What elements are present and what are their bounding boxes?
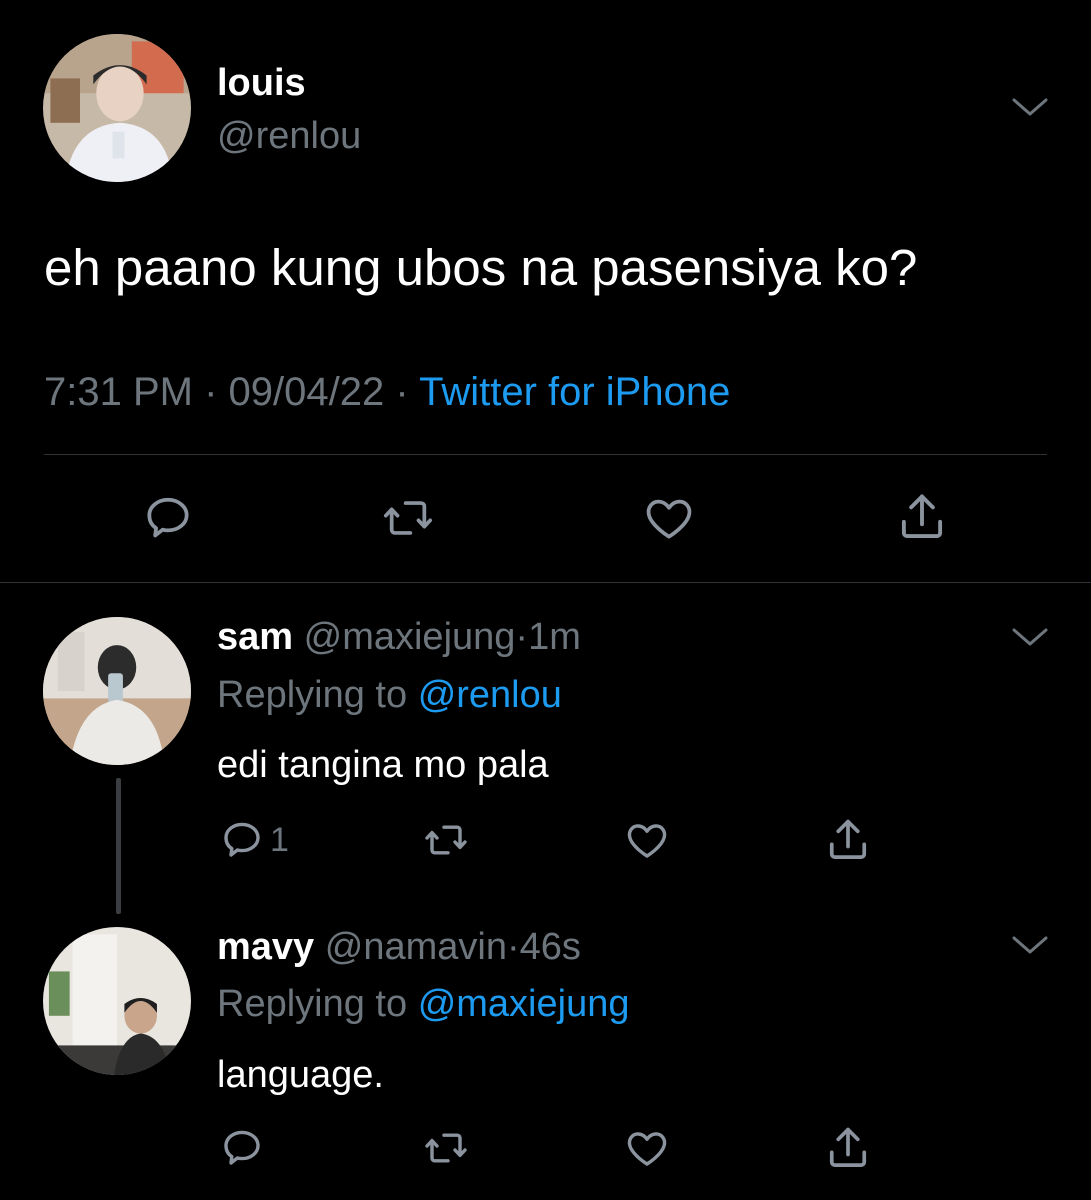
- reply-button[interactable]: 1: [218, 816, 289, 864]
- heart-icon: [627, 824, 667, 858]
- thread-connector: [116, 778, 121, 914]
- reply-menu-button[interactable]: [1010, 624, 1050, 652]
- reply-button[interactable]: [140, 490, 196, 546]
- tweet-source-link[interactable]: Twitter for iPhone: [419, 370, 730, 414]
- like-button[interactable]: [622, 1124, 672, 1172]
- reply-menu-button[interactable]: [1010, 932, 1050, 960]
- avatar-photo: [43, 34, 191, 182]
- reply-header: sam @maxiejung·1m: [217, 616, 581, 659]
- reply-count: 1: [270, 820, 289, 859]
- share-icon: [829, 1127, 867, 1167]
- tweet-menu-button[interactable]: [1010, 94, 1050, 122]
- like-button[interactable]: [640, 490, 698, 546]
- reply-separator: ·: [506, 926, 520, 968]
- avatar-louis[interactable]: [43, 34, 191, 182]
- reply-text: edi tangina mo pala: [217, 744, 549, 786]
- avatar-sam[interactable]: [43, 617, 191, 765]
- share-icon: [901, 494, 943, 539]
- replying-to: Replying to @maxiejung: [217, 983, 629, 1026]
- mention-link[interactable]: @renlou: [418, 674, 562, 716]
- share-button[interactable]: [893, 488, 951, 546]
- retweet-icon: [425, 825, 467, 855]
- reply-handle[interactable]: @namavin: [325, 926, 507, 968]
- avatar-photo: [43, 617, 191, 765]
- chevron-down-icon: [1012, 628, 1048, 646]
- reply-text: language.: [217, 1054, 384, 1096]
- retweet-icon: [425, 1133, 467, 1163]
- reply-button[interactable]: [218, 1124, 270, 1172]
- tweet-time: 7:31 PM: [44, 370, 193, 414]
- avatar-photo: [43, 927, 191, 1075]
- tweet-date: 09/04/22: [228, 370, 385, 414]
- replying-prefix: Replying to: [217, 674, 408, 716]
- share-button[interactable]: [822, 1122, 874, 1174]
- speech-bubble-icon: [224, 1130, 260, 1165]
- meta-separator: ·: [395, 370, 409, 414]
- retweet-icon: [383, 501, 433, 535]
- tweet-meta: 7:31 PM · 09/04/22 · Twitter for iPhone: [44, 370, 730, 415]
- meta-separator: ·: [204, 370, 218, 414]
- like-button[interactable]: [622, 816, 672, 864]
- heart-icon: [646, 499, 692, 539]
- reply-separator: ·: [515, 616, 529, 658]
- share-icon: [829, 819, 867, 859]
- author-display-name[interactable]: louis: [217, 62, 306, 105]
- tweet-text: eh paano kung ubos na pasensiya ko?: [44, 239, 918, 296]
- replying-to: Replying to @renlou: [217, 674, 562, 717]
- chevron-down-icon: [1012, 936, 1048, 954]
- retweet-button[interactable]: [380, 490, 436, 546]
- author-handle[interactable]: @renlou: [217, 115, 361, 158]
- section-divider: [0, 582, 1091, 583]
- divider: [44, 454, 1047, 455]
- retweet-button[interactable]: [420, 1124, 472, 1172]
- reply-handle[interactable]: @maxiejung: [304, 616, 516, 658]
- reply-display-name[interactable]: sam: [217, 616, 293, 658]
- share-button[interactable]: [822, 814, 874, 866]
- reply-time[interactable]: 46s: [520, 926, 581, 968]
- reply-display-name[interactable]: mavy: [217, 926, 314, 968]
- replying-prefix: Replying to: [217, 983, 408, 1025]
- retweet-button[interactable]: [420, 816, 472, 864]
- mention-link[interactable]: @maxiejung: [418, 983, 630, 1025]
- speech-bubble-icon: [147, 497, 189, 538]
- heart-icon: [627, 1132, 667, 1166]
- reply-time[interactable]: 1m: [528, 616, 581, 658]
- speech-bubble-icon: [224, 822, 260, 857]
- reply-header: mavy @namavin·46s: [217, 926, 581, 969]
- chevron-down-icon: [1012, 98, 1048, 116]
- avatar-mavy[interactable]: [43, 927, 191, 1075]
